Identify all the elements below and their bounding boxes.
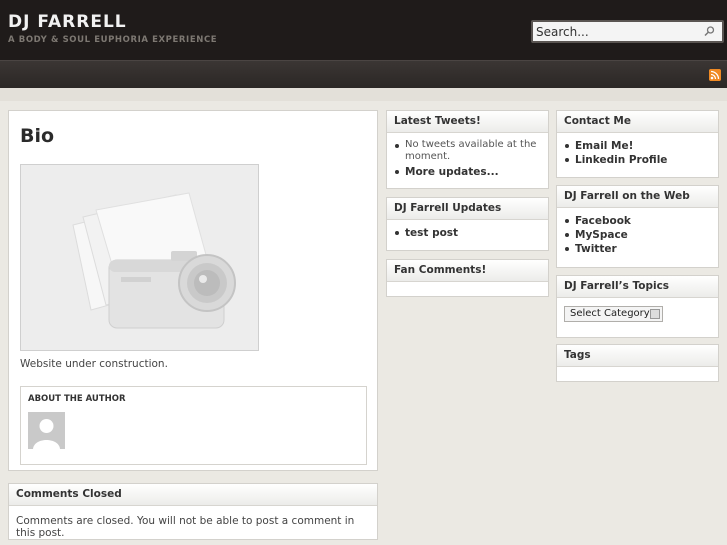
post: Bio Website under construction. ABOUT TH…	[8, 110, 378, 471]
facebook-link[interactable]: Facebook	[565, 214, 718, 228]
camera-photos-icon	[21, 165, 258, 350]
category-select-value: Select Category	[570, 308, 650, 319]
comments-title: Comments Closed	[9, 484, 377, 506]
fan-comments-widget: Fan Comments!	[386, 259, 549, 297]
latest-tweets-widget: Latest Tweets! No tweets available at th…	[386, 110, 549, 189]
myspace-link[interactable]: MySpace	[565, 228, 718, 242]
on-the-web-title: DJ Farrell on the Web	[557, 186, 718, 208]
linkedin-profile-link[interactable]: Linkedin Profile	[565, 153, 718, 167]
rss-icon[interactable]	[709, 69, 721, 81]
contact-widget: Contact Me Email Me! Linkedin Profile	[556, 110, 719, 178]
more-updates-link[interactable]: More updates...	[395, 165, 548, 179]
updates-title: DJ Farrell Updates	[387, 198, 548, 220]
twitter-link[interactable]: Twitter	[565, 242, 718, 256]
user-silhouette-icon	[28, 412, 65, 449]
tags-title: Tags	[557, 345, 718, 367]
comments-text: Comments are closed. You will not be abl…	[16, 515, 355, 539]
fan-comments-title: Fan Comments!	[387, 260, 548, 282]
post-text: Website under construction.	[20, 358, 168, 370]
site-title[interactable]: DJ FARRELL	[8, 12, 127, 32]
updates-widget: DJ Farrell Updates test post	[386, 197, 549, 251]
about-author-label: ABOUT THE AUTHOR	[28, 394, 126, 404]
category-select[interactable]: Select Category	[564, 306, 663, 322]
avatar	[28, 412, 65, 449]
dropdown-arrow-icon	[650, 309, 660, 319]
search-input[interactable]	[536, 23, 701, 40]
topics-widget: DJ Farrell’s Topics Select Category	[556, 275, 719, 338]
topics-title: DJ Farrell’s Topics	[557, 276, 718, 298]
email-me-link[interactable]: Email Me!	[565, 139, 718, 153]
tags-widget: Tags	[556, 344, 719, 382]
nav-bar	[0, 60, 727, 88]
no-tweets-message: No tweets available at the moment.	[395, 139, 548, 163]
search-box	[531, 20, 724, 43]
page-title: Bio	[20, 125, 55, 147]
comments-closed-box: Comments Closed Comments are closed. You…	[8, 483, 378, 540]
on-the-web-widget: DJ Farrell on the Web Facebook MySpace T…	[556, 185, 719, 268]
placeholder-image	[20, 164, 259, 351]
about-author-box: ABOUT THE AUTHOR	[20, 386, 367, 465]
site-header: DJ FARRELL A BODY & SOUL EUPHORIA EXPERI…	[0, 0, 727, 60]
contact-title: Contact Me	[557, 111, 718, 133]
post-link-test-post[interactable]: test post	[395, 226, 548, 240]
site-tagline: A BODY & SOUL EUPHORIA EXPERIENCE	[8, 35, 218, 45]
latest-tweets-title: Latest Tweets!	[387, 111, 548, 133]
search-icon[interactable]	[703, 25, 716, 38]
